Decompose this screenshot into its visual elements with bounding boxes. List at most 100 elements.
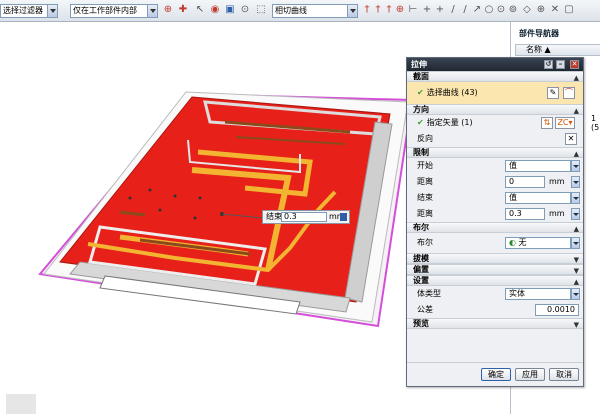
reverse-direction-icon[interactable]: ✕: [565, 133, 577, 145]
check-icon: ✔: [417, 88, 424, 97]
draft-header[interactable]: 拔模 ▼: [407, 253, 583, 264]
chevron-down-icon[interactable]: [571, 288, 580, 300]
curve-rule-combo[interactable]: 相切曲线: [272, 4, 358, 18]
chevron-down-icon[interactable]: [47, 5, 57, 17]
chevron-down-icon[interactable]: [571, 160, 580, 172]
rectangle-icon[interactable]: ⬚: [256, 5, 266, 15]
onscreen-label: 结束: [266, 212, 282, 221]
snap-line-icon[interactable]: /: [448, 5, 458, 15]
apply-button[interactable]: 应用: [515, 368, 545, 381]
snap-cross-icon[interactable]: ✕: [550, 5, 560, 15]
top-toolbar: 选择过滤器 仅在工作部件内部 ⊕ ✚ ↖ ◉ ▣ ⊙ ⬚ 相切曲线 † † † …: [0, 0, 600, 22]
limits-header[interactable]: 限制 ▲: [407, 147, 583, 158]
section-header[interactable]: 截面 ▲: [407, 71, 583, 82]
offset-header[interactable]: 偏置 ▼: [407, 264, 583, 275]
spin-icon[interactable]: [571, 208, 580, 220]
minimize-icon[interactable]: –: [556, 60, 565, 69]
snap-tangent-icon[interactable]: ↗: [472, 5, 482, 15]
tolerance-input[interactable]: 0.0010: [535, 304, 579, 316]
offset-label: 偏置: [413, 265, 429, 274]
chevron-down-icon[interactable]: [571, 192, 580, 204]
check-icon: ✔: [417, 118, 424, 127]
hole: [128, 196, 132, 200]
settings-label: 设置: [413, 276, 429, 285]
close-icon[interactable]: ✕: [570, 60, 579, 69]
boolean-value: 无: [518, 238, 527, 247]
distance-end-input[interactable]: 0.3: [505, 208, 545, 220]
chevron-down-icon[interactable]: ▼: [574, 320, 579, 330]
preview-header[interactable]: 预览 ▼: [407, 318, 583, 329]
reset-icon[interactable]: ↺: [544, 60, 553, 69]
navigator-title: 部件导航器: [519, 29, 559, 38]
extrude-dialog: 拉伸 ↺ – ✕ 截面 ▲ ✔ 选择曲线 (43) ✎ ⌒ 方向 ▲ ✔ 指定矢量 (1…: [406, 57, 584, 387]
navigator-column-header[interactable]: 名称 ▲: [515, 44, 600, 56]
snap-endpoint-icon[interactable]: †: [362, 5, 372, 15]
ok-label: 确定: [488, 370, 504, 379]
box-select-icon[interactable]: ▣: [225, 5, 235, 15]
select-curve-label: 选择曲线 (43): [426, 88, 478, 97]
snap-control-icon[interactable]: †: [384, 5, 394, 15]
lasso-icon[interactable]: ⊙: [240, 5, 250, 15]
start-label: 开始: [417, 161, 433, 170]
distance-start-label: 距离: [417, 177, 433, 186]
dialog-titlebar[interactable]: 拉伸 ↺ – ✕: [407, 58, 583, 71]
select-curve-row[interactable]: ✔ 选择曲线 (43) ✎ ⌒: [407, 82, 583, 104]
snap-box-icon[interactable]: ▢: [564, 5, 574, 15]
snap-arc-icon[interactable]: /: [460, 5, 470, 15]
snap-face-icon[interactable]: ⊚: [508, 5, 518, 15]
unit-label: mm: [549, 177, 565, 186]
snap-icon[interactable]: ✚: [178, 5, 188, 15]
filter-icon[interactable]: ⊕: [163, 5, 173, 15]
tolerance-label: 公差: [417, 305, 433, 314]
boolean-select[interactable]: ◐ 无: [505, 237, 571, 249]
onscreen-value[interactable]: 0.3: [281, 212, 327, 222]
distance-start-row: 距离 0 mm: [407, 174, 583, 190]
ok-button[interactable]: 确定: [481, 368, 511, 381]
chevron-down-icon[interactable]: [147, 5, 157, 17]
curve-icon[interactable]: ⌒: [563, 87, 575, 99]
chevron-down-icon[interactable]: [571, 237, 580, 249]
body-type-label: 体类型: [417, 289, 441, 298]
start-select[interactable]: 值: [505, 160, 571, 172]
snap-existing-icon[interactable]: +: [435, 5, 445, 15]
selection-filter-combo[interactable]: 选择过滤器: [0, 4, 58, 18]
specify-vector-row[interactable]: ✔ 指定矢量 (1) ⇅ ZC▾: [407, 115, 583, 131]
spin-icon[interactable]: [340, 213, 347, 221]
end-row: 结束 值: [407, 190, 583, 206]
apply-label: 应用: [522, 370, 538, 379]
snap-quadrant-icon[interactable]: ⊢: [408, 5, 418, 15]
snap-target-icon[interactable]: ⊙: [496, 5, 506, 15]
boolean-section-label: 布尔: [413, 223, 429, 232]
reverse-row[interactable]: 反向 ✕: [407, 131, 583, 147]
end-distance-onscreen-input[interactable]: 结束 0.3 mm: [262, 210, 350, 224]
vector-icon[interactable]: ⇅: [541, 117, 553, 129]
settings-header[interactable]: 设置 ▲: [407, 275, 583, 286]
hole: [158, 208, 162, 212]
select-icon[interactable]: ↖: [195, 5, 205, 15]
direction-header[interactable]: 方向 ▲: [407, 104, 583, 115]
body-type-row: 体类型 实体: [407, 286, 583, 302]
snap-bounded-icon[interactable]: ◇: [522, 5, 532, 15]
distance-start-input[interactable]: 0: [505, 176, 545, 188]
hole: [173, 194, 177, 198]
end-label: 结束: [417, 193, 433, 202]
selection-scope-combo[interactable]: 仅在工作部件内部: [70, 4, 158, 18]
sketch-icon[interactable]: ✎: [547, 87, 559, 99]
snap-grid-icon[interactable]: ⊕: [536, 5, 546, 15]
snap-intersect-icon[interactable]: +: [422, 5, 432, 15]
reverse-label: 反向: [417, 134, 433, 143]
spin-icon[interactable]: [571, 176, 580, 188]
point-icon[interactable]: ◉: [210, 5, 220, 15]
snap-circle-icon[interactable]: ○: [484, 5, 494, 15]
cancel-button[interactable]: 取消: [549, 368, 579, 381]
selection-filter-text: 选择过滤器: [3, 6, 43, 15]
boolean-header[interactable]: 布尔 ▲: [407, 222, 583, 233]
selection-scope-text: 仅在工作部件内部: [73, 6, 137, 15]
chevron-down-icon[interactable]: [347, 5, 357, 17]
snap-center-icon[interactable]: ⊕: [395, 5, 405, 15]
boolean-none-icon: ◐: [509, 238, 516, 247]
snap-midpoint-icon[interactable]: †: [373, 5, 383, 15]
body-type-select[interactable]: 实体: [505, 288, 571, 300]
end-select[interactable]: 值: [505, 192, 571, 204]
vector-options-icon[interactable]: ZC▾: [555, 117, 575, 129]
